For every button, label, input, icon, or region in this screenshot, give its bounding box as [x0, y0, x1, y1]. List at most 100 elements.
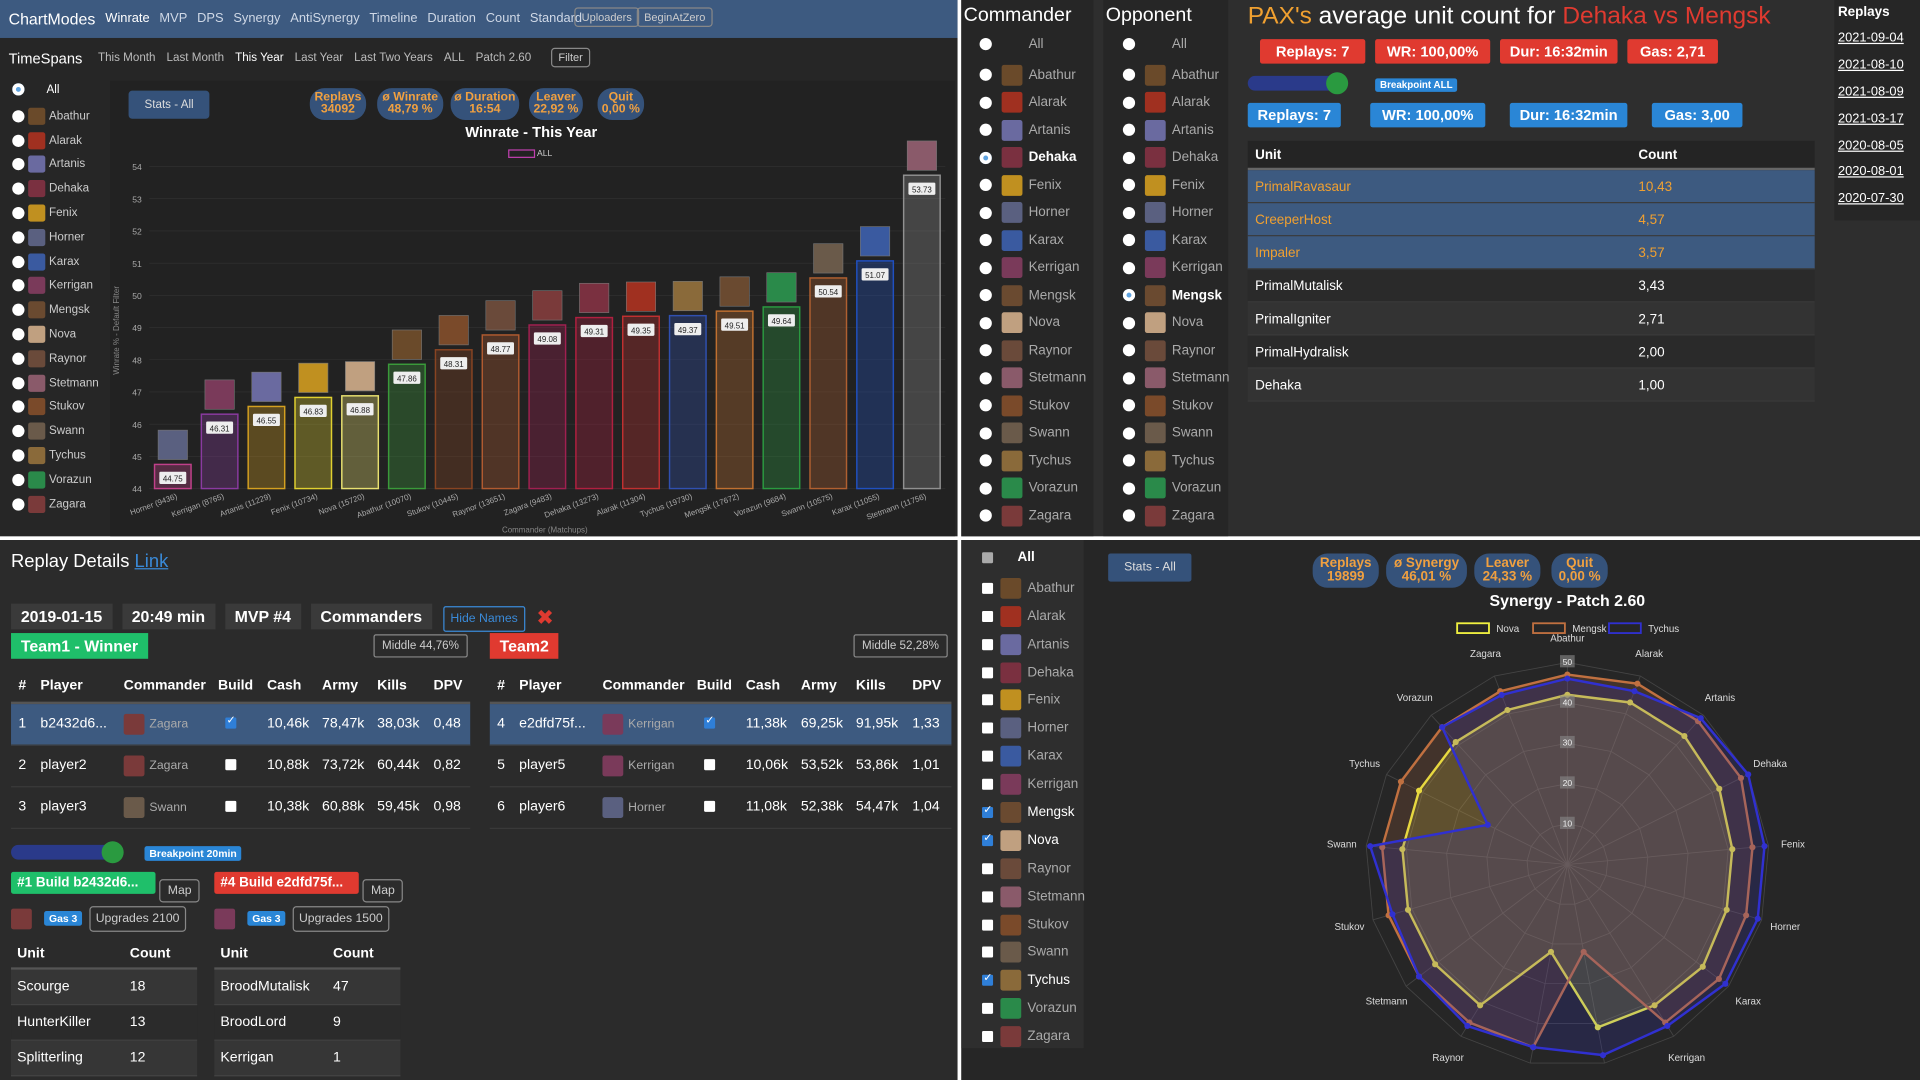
- table-row[interactable]: CreeperHost 4,57: [1247, 203, 1815, 237]
- radio-button[interactable]: [12, 109, 25, 123]
- synergy-commander-option[interactable]: Raynor: [961, 858, 1083, 886]
- radio-button[interactable]: [12, 400, 25, 414]
- commander-option[interactable]: Dehaka: [12, 180, 112, 204]
- radio-button[interactable]: [1122, 68, 1136, 81]
- commander-option[interactable]: Raynor: [979, 339, 1087, 368]
- radio-button[interactable]: [979, 68, 992, 81]
- synergy-commander-option[interactable]: Nova: [961, 830, 1083, 858]
- build-checkbox[interactable]: [704, 714, 716, 729]
- table-row[interactable]: Impaler 3,57: [1247, 236, 1815, 270]
- commander-option[interactable]: Dehaka: [979, 146, 1087, 175]
- opponent-option[interactable]: Artanis: [1122, 119, 1230, 147]
- opponent-option[interactable]: Fenix: [1122, 174, 1230, 202]
- commander-option[interactable]: Alarak: [979, 91, 1087, 120]
- checkbox[interactable]: [982, 582, 994, 594]
- table-row[interactable]: PrimalIgniter 2,71: [1247, 302, 1815, 336]
- radio-button[interactable]: [1122, 426, 1136, 439]
- radio-button[interactable]: [12, 473, 25, 486]
- opponent-option[interactable]: Kerrigan: [1122, 257, 1230, 285]
- radio-button[interactable]: [979, 38, 992, 51]
- commander-option[interactable]: Swann: [979, 422, 1087, 450]
- commander-option[interactable]: All: [12, 83, 112, 107]
- bar[interactable]: [575, 316, 614, 490]
- timespan-2[interactable]: This Year: [235, 51, 284, 64]
- replay-link[interactable]: Link: [135, 551, 169, 572]
- replay-breakpoint-slider[interactable]: [11, 841, 124, 864]
- checkbox[interactable]: [982, 666, 994, 678]
- radio-button[interactable]: [979, 454, 992, 467]
- synergy-commander-option[interactable]: Mengsk: [961, 802, 1083, 830]
- checkbox[interactable]: [982, 947, 994, 959]
- commander-option[interactable]: Vorazun: [979, 477, 1087, 506]
- opponent-option[interactable]: Swann: [1122, 422, 1230, 450]
- radio-button[interactable]: [979, 123, 992, 136]
- checkbox[interactable]: [982, 694, 994, 706]
- player-row[interactable]: 5 player5 Kerrigan 10,06k 53,52k 53,86k 1,01: [489, 746, 952, 788]
- checkbox[interactable]: [982, 610, 994, 622]
- commander-option[interactable]: Kerrigan: [12, 277, 112, 301]
- commander-option[interactable]: Horner: [12, 228, 112, 253]
- commander-option[interactable]: Abathur: [979, 64, 1087, 92]
- opponent-option[interactable]: Horner: [1122, 202, 1230, 230]
- radio-button[interactable]: [979, 371, 992, 384]
- commander-option[interactable]: Tychus: [12, 446, 112, 471]
- mode-duration[interactable]: Duration: [427, 11, 476, 26]
- timespan-0[interactable]: This Month: [98, 51, 156, 64]
- radio-button[interactable]: [979, 481, 992, 495]
- synergy-commander-option[interactable]: Vorazun: [961, 998, 1083, 1026]
- table-row[interactable]: Dehaka 1,00: [1247, 368, 1815, 402]
- mode-winrate[interactable]: Winrate: [105, 11, 149, 26]
- radio-button[interactable]: [979, 399, 992, 412]
- player-row[interactable]: 4 e2dfd75f... Kerrigan 11,38k 69,25k 91,95k 1,…: [489, 704, 952, 746]
- checkbox[interactable]: [982, 750, 994, 762]
- opponent-option[interactable]: Abathur: [1122, 64, 1230, 92]
- radio-button[interactable]: [1122, 233, 1136, 247]
- bar[interactable]: [856, 260, 895, 490]
- build-checkbox[interactable]: [704, 759, 716, 771]
- bar[interactable]: [809, 277, 848, 490]
- replay-date-link[interactable]: 2020-08-01: [1838, 165, 1904, 192]
- radio-button[interactable]: [1122, 38, 1136, 51]
- commander-option[interactable]: All: [979, 37, 1087, 65]
- opponent-option[interactable]: Raynor: [1122, 339, 1230, 368]
- radio-button[interactable]: [1122, 371, 1136, 384]
- bar[interactable]: [902, 174, 941, 490]
- replay-date-link[interactable]: 2021-08-10: [1838, 57, 1904, 84]
- synergy-commander-option[interactable]: Alarak: [961, 605, 1083, 634]
- radio-button[interactable]: [1122, 509, 1136, 522]
- radio-button[interactable]: [12, 83, 25, 97]
- radio-button[interactable]: [1122, 454, 1136, 467]
- replay-date-link[interactable]: 2020-07-30: [1838, 191, 1904, 218]
- synergy-commander-option[interactable]: Zagara: [961, 1026, 1083, 1054]
- commander-option[interactable]: Artanis: [979, 119, 1087, 147]
- opponent-option[interactable]: Dehaka: [1122, 146, 1230, 175]
- radio-button[interactable]: [12, 449, 25, 462]
- legend-label[interactable]: Nova: [1496, 624, 1519, 635]
- radio-button[interactable]: [979, 178, 992, 192]
- replay-date-link[interactable]: 2020-08-05: [1838, 138, 1904, 165]
- checkbox[interactable]: [982, 891, 994, 903]
- opponent-option[interactable]: Stetmann: [1122, 367, 1230, 395]
- radio-button[interactable]: [1122, 481, 1136, 495]
- synergy-commander-option[interactable]: Horner: [961, 717, 1083, 746]
- radio-button[interactable]: [1122, 178, 1136, 192]
- build-checkbox[interactable]: [225, 800, 237, 812]
- timespan-4[interactable]: Last Two Years: [354, 51, 433, 64]
- close-icon[interactable]: ✖: [536, 606, 553, 630]
- opponent-option[interactable]: Vorazun: [1122, 477, 1230, 506]
- radio-button[interactable]: [12, 255, 25, 268]
- replay-date-link[interactable]: 2021-08-09: [1838, 84, 1904, 111]
- radio-button[interactable]: [12, 328, 25, 341]
- opponent-option[interactable]: Zagara: [1122, 505, 1230, 533]
- commander-option[interactable]: Stetmann: [12, 374, 112, 398]
- build-checkbox[interactable]: [704, 800, 716, 812]
- radio-button[interactable]: [979, 288, 992, 302]
- timespan-5[interactable]: ALL: [444, 51, 465, 64]
- radio-button[interactable]: [12, 134, 25, 147]
- commander-option[interactable]: Artanis: [12, 155, 112, 180]
- commander-option[interactable]: Swann: [12, 422, 112, 447]
- bar[interactable]: [668, 314, 707, 490]
- synergy-commander-option[interactable]: Fenix: [961, 689, 1083, 718]
- build-title[interactable]: #1 Build b2432d6...: [11, 871, 156, 894]
- replay-date-link[interactable]: 2021-09-04: [1838, 31, 1904, 58]
